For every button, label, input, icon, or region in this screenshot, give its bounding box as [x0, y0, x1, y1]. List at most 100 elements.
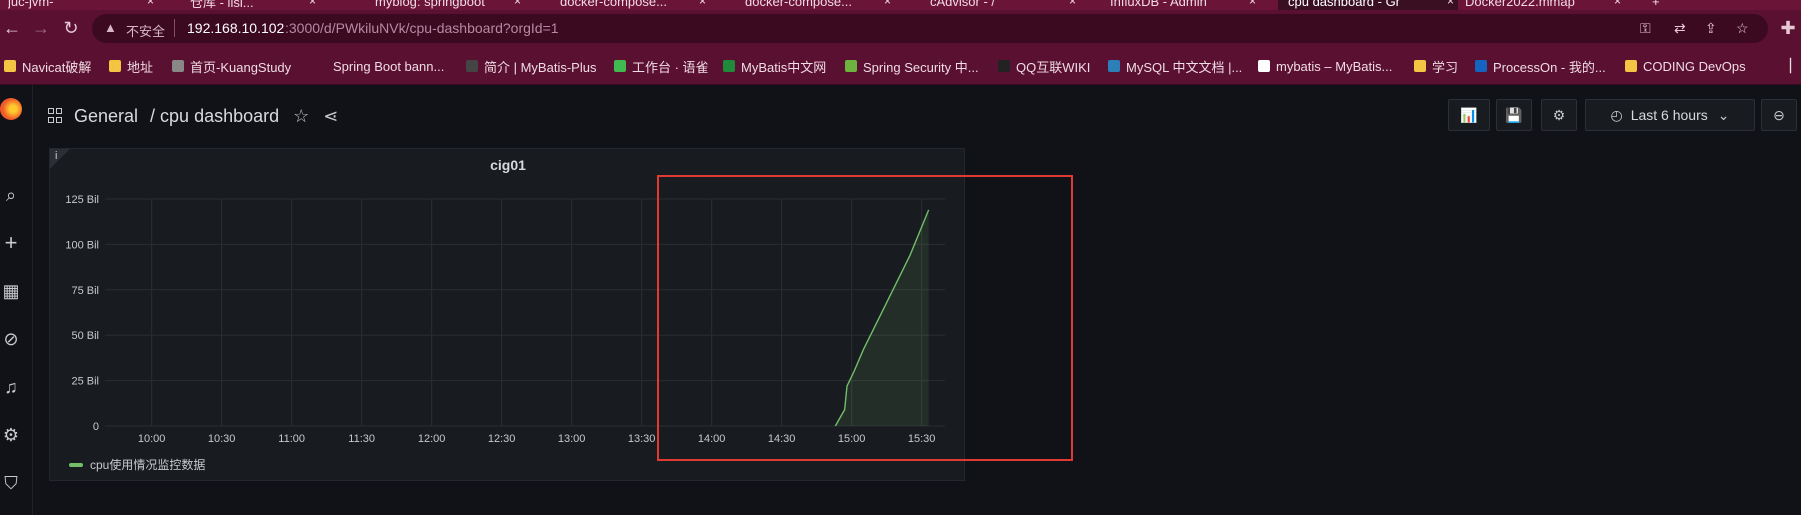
bookmark-item[interactable]: MyBatis中文网: [723, 57, 826, 75]
legend[interactable]: cpu使用情况监控数据: [69, 456, 205, 473]
close-icon[interactable]: ×: [309, 0, 316, 8]
x-tick-label: 10:30: [208, 433, 236, 445]
tab-label: juc-jvm-: [8, 0, 54, 9]
browser-tab[interactable]: Docker2022.mmap ×: [1465, 0, 1625, 10]
time-picker-button[interactable]: ◴ Last 6 hours ⌄: [1585, 99, 1755, 131]
clock-icon: ◴: [1610, 106, 1623, 123]
more-bookmarks-icon[interactable]: ▏: [1790, 57, 1800, 75]
site-icon: [723, 60, 735, 72]
close-icon[interactable]: ×: [514, 0, 521, 8]
bookmark-label: Spring Security 中...: [863, 59, 979, 75]
bookmark-label: Navicat破解: [22, 59, 92, 75]
y-tick-label: 25 Bil: [71, 376, 99, 388]
dashboards-icon[interactable]: ▦: [0, 280, 22, 302]
tab-label: InfluxDB - Admin: [1110, 0, 1207, 9]
y-tick-label: 125 Bil: [65, 194, 99, 206]
site-icon: [845, 60, 857, 72]
close-icon[interactable]: ×: [147, 0, 154, 8]
site-icon: [614, 60, 626, 72]
shield-icon[interactable]: ⛉: [0, 472, 22, 494]
browser-tab[interactable]: myblog: springboot ×: [375, 0, 525, 10]
search-icon[interactable]: ⌕: [0, 184, 22, 206]
close-icon[interactable]: ×: [1447, 0, 1454, 8]
chevron-down-icon: ⌄: [1717, 106, 1730, 123]
annotation-highlight-box: [657, 175, 1073, 461]
bookmark-label: CODING DevOps: [1643, 58, 1746, 74]
bookmark-label: 首页-KuangStudy: [190, 59, 292, 75]
key-icon[interactable]: ⚿: [1640, 20, 1651, 37]
legend-swatch: [69, 462, 83, 467]
breadcrumb-folder[interactable]: General: [74, 106, 138, 127]
site-icon: [998, 60, 1010, 72]
bookmark-item[interactable]: Spring Security 中...: [845, 57, 979, 75]
browser-tab[interactable]: docker-compose... ×: [745, 0, 895, 10]
legend-label[interactable]: cpu使用情况监控数据: [90, 456, 205, 473]
forward-icon[interactable]: →: [29, 16, 53, 40]
bookmark-item[interactable]: Navicat破解: [4, 57, 91, 75]
alerting-bell-icon[interactable]: ♫: [0, 376, 22, 398]
grafana-logo-icon[interactable]: [0, 98, 22, 120]
bookmark-label: 地址: [127, 59, 154, 75]
x-tick-label: 10:00: [138, 433, 166, 445]
x-tick-label: 11:30: [348, 433, 375, 445]
site-icon: [1108, 60, 1120, 72]
browser-tab[interactable]: 仓库 - lisi... ×: [190, 0, 320, 10]
bookmark-item[interactable]: 地址: [109, 57, 153, 75]
browser-tab[interactable]: juc-jvm- ×: [8, 0, 158, 10]
dashboard-title[interactable]: / cpu dashboard: [150, 106, 279, 127]
tab-label: myblog: springboot: [375, 0, 485, 9]
add-panel-button[interactable]: 📊: [1448, 99, 1490, 131]
star-icon[interactable]: ☆: [293, 106, 309, 127]
dashboard-settings-button[interactable]: ⚙: [1541, 99, 1577, 131]
zoom-out-button[interactable]: ⊖: [1761, 99, 1797, 131]
tab-label: 仓库 - lisi...: [190, 0, 254, 10]
browser-tab[interactable]: InfluxDB - Admin ×: [1110, 0, 1260, 10]
close-icon[interactable]: ×: [699, 0, 706, 8]
share-icon[interactable]: ⇪: [1705, 20, 1717, 37]
bookmark-item[interactable]: Spring Boot bann...: [315, 57, 444, 75]
bookmark-item[interactable]: ProcessOn - 我的...: [1475, 57, 1606, 75]
browser-tab[interactable]: docker-compose... ×: [560, 0, 710, 10]
dashboard-header: General / cpu dashboard ☆ ⋖: [48, 104, 338, 128]
x-tick-label: 13:30: [628, 433, 656, 445]
back-icon[interactable]: ←: [0, 16, 24, 40]
browser-tab-active[interactable]: cpu dashboard - Gr ×: [1278, 0, 1458, 10]
close-icon[interactable]: ×: [1249, 0, 1256, 8]
star-icon[interactable]: ☆: [1736, 20, 1749, 37]
folder-icon: [109, 60, 121, 72]
close-icon[interactable]: ×: [1614, 0, 1621, 8]
url-path[interactable]: :3000/d/PWkiluNVk/cpu-dashboard?orgId=1: [285, 20, 559, 36]
new-tab-icon[interactable]: +: [1652, 0, 1666, 10]
gear-icon[interactable]: ⚙: [0, 424, 22, 446]
x-tick-label: 12:00: [418, 433, 446, 445]
bookmark-item[interactable]: 简介 | MyBatis-Plus: [466, 57, 596, 75]
extensions-icon[interactable]: ✚: [1776, 16, 1800, 40]
bookmark-item[interactable]: QQ互联WIKI: [998, 57, 1090, 75]
bookmark-label: ProcessOn - 我的...: [1493, 59, 1606, 75]
plus-icon[interactable]: +: [0, 232, 22, 254]
translate-icon[interactable]: ⇄: [1674, 20, 1686, 37]
warning-icon[interactable]: ▲: [104, 20, 117, 35]
bookmark-label: Spring Boot bann...: [333, 58, 445, 74]
explore-icon[interactable]: ⊘: [0, 328, 22, 350]
reload-icon[interactable]: ↻: [59, 16, 83, 40]
close-icon[interactable]: ×: [884, 0, 891, 8]
share-icon[interactable]: ⋖: [323, 106, 338, 127]
bookmark-item[interactable]: 学习: [1414, 57, 1458, 75]
bookmark-label: QQ互联WIKI: [1016, 59, 1091, 75]
bookmark-item[interactable]: mybatis – MyBatis...: [1258, 57, 1392, 75]
bookmark-item[interactable]: MySQL 中文文档 |...: [1108, 57, 1242, 75]
url-host[interactable]: 192.168.10.102: [187, 20, 284, 36]
site-icon: [315, 60, 327, 72]
insecure-label[interactable]: 不安全: [126, 21, 165, 40]
browser-tab[interactable]: cAdvisor - / ×: [930, 0, 1080, 10]
x-tick-label: 11:00: [278, 433, 305, 445]
close-icon[interactable]: ×: [1069, 0, 1076, 8]
save-dashboard-button[interactable]: 💾: [1496, 99, 1532, 131]
bookmark-item[interactable]: 工作台 · 语雀: [614, 57, 709, 75]
address-bar[interactable]: ▲ 不安全 192.168.10.102 :3000/d/PWkiluNVk/c…: [92, 14, 1768, 43]
bookmark-item[interactable]: CODING DevOps: [1625, 57, 1746, 75]
x-tick-label: 12:30: [488, 433, 516, 445]
bookmark-item[interactable]: 首页-KuangStudy: [172, 57, 291, 75]
dashboard-grid-icon: [48, 108, 64, 124]
